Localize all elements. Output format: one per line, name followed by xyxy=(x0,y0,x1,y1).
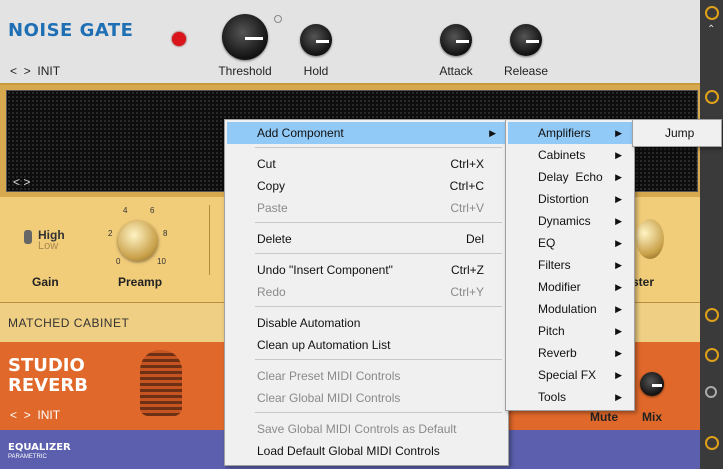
noise-gate-power-icon[interactable] xyxy=(705,6,719,20)
preamp-scale-8: 8 xyxy=(163,229,168,238)
release-knob[interactable] xyxy=(510,24,542,56)
release-label: Release xyxy=(503,64,549,78)
context-menu: Add Component ▶ Cut Ctrl+X Copy Ctrl+C Past… xyxy=(224,119,509,466)
submenu-item-filters[interactable]: Filters ▶ xyxy=(508,254,632,276)
submenu-item-reverb[interactable]: Reverb ▶ xyxy=(508,342,632,364)
preamp-scale-6: 6 xyxy=(150,206,155,215)
reverb-title-line1: STUDIO xyxy=(8,355,85,376)
submenu-item-special-fx[interactable]: Special FX ▶ xyxy=(508,364,632,386)
menu-item-disable-automation[interactable]: Disable Automation xyxy=(227,312,506,334)
submenu-item-tools[interactable]: Tools ▶ xyxy=(508,386,632,408)
high-low-toggle[interactable] xyxy=(24,230,32,244)
preamp-scale-10: 10 xyxy=(157,257,166,266)
menu-item-load-global-midi[interactable]: Load Default Global MIDI Controls xyxy=(227,440,506,462)
collapse-icon[interactable]: ⌃ xyxy=(707,24,715,35)
chevron-left-icon[interactable]: < xyxy=(10,408,17,422)
component-submenu: Amplifiers ▶ Cabinets ▶ Delay Echo ▶ Distor… xyxy=(505,119,635,411)
submenu-item-dynamics[interactable]: Dynamics ▶ xyxy=(508,210,632,232)
menu-item-delete[interactable]: Delete Del xyxy=(227,228,506,250)
submenu-item-amplifiers[interactable]: Amplifiers ▶ xyxy=(508,122,632,144)
reverb-title: STUDIO REVERB xyxy=(8,356,88,396)
menu-separator xyxy=(255,147,502,148)
master-label: ster xyxy=(632,275,655,289)
amp-divider xyxy=(209,205,210,275)
gain-label: Gain xyxy=(32,275,59,289)
noise-gate-panel: NOISE GATE < > INIT Threshold Hold Attac… xyxy=(0,0,700,85)
noise-gate-preset-nav[interactable]: < > INIT xyxy=(10,64,60,78)
microphone-icon xyxy=(140,350,182,416)
menu-separator xyxy=(255,412,502,413)
mix-knob[interactable] xyxy=(640,372,664,396)
menu-item-add-component[interactable]: Add Component ▶ xyxy=(227,122,506,144)
menu-separator xyxy=(255,306,502,307)
submenu-item-distortion[interactable]: Distortion ▶ xyxy=(508,188,632,210)
chevron-right-icon[interactable]: > xyxy=(24,64,31,78)
attack-knob[interactable] xyxy=(440,24,472,56)
settings-icon[interactable] xyxy=(705,386,717,398)
chevron-left-icon[interactable]: < xyxy=(10,64,17,78)
gate-led-icon xyxy=(172,32,186,46)
cabinet-label: MATCHED CABINET xyxy=(8,316,130,330)
reverb-title-line2: REVERB xyxy=(8,375,88,396)
menu-separator xyxy=(255,253,502,254)
cabinet-power-icon[interactable] xyxy=(705,308,719,322)
submenu-item-jump[interactable]: Jump xyxy=(635,122,719,144)
sidechain-indicator-icon xyxy=(274,15,282,23)
equalizer-subtitle: PARAMETRIC xyxy=(8,454,47,460)
amplifiers-submenu: Jump xyxy=(632,119,722,147)
reverb-preset-name: INIT xyxy=(37,408,61,422)
amp-power-icon[interactable] xyxy=(705,90,719,104)
menu-item-save-global-midi[interactable]: Save Global MIDI Controls as Default xyxy=(227,418,506,440)
menu-item-clear-global-midi[interactable]: Clear Global MIDI Controls xyxy=(227,387,506,409)
menu-item-undo[interactable]: Undo "Insert Component" Ctrl+Z xyxy=(227,259,506,281)
mute-label: Mute xyxy=(590,410,618,424)
threshold-label: Threshold xyxy=(218,64,272,78)
menu-separator xyxy=(255,359,502,360)
preamp-scale-2: 2 xyxy=(108,229,113,238)
submenu-item-eq[interactable]: EQ ▶ xyxy=(508,232,632,254)
preamp-knob[interactable] xyxy=(118,221,158,261)
master-knob[interactable] xyxy=(636,219,664,259)
menu-item-copy[interactable]: Copy Ctrl+C xyxy=(227,175,506,197)
preamp-scale-4: 4 xyxy=(123,206,128,215)
submenu-item-modulation[interactable]: Modulation ▶ xyxy=(508,298,632,320)
menu-item-clear-preset-midi[interactable]: Clear Preset MIDI Controls xyxy=(227,365,506,387)
menu-item-cut[interactable]: Cut Ctrl+X xyxy=(227,153,506,175)
equalizer-title: EQUALIZER xyxy=(8,442,71,453)
low-label: Low xyxy=(38,240,59,252)
submenu-item-cabinets[interactable]: Cabinets ▶ xyxy=(508,144,632,166)
submenu-item-pitch[interactable]: Pitch ▶ xyxy=(508,320,632,342)
reverb-preset-nav[interactable]: < > INIT xyxy=(10,408,60,422)
amp-preset-nav[interactable]: < > xyxy=(13,175,30,189)
hold-label: Hold xyxy=(303,64,329,78)
threshold-knob[interactable] xyxy=(222,14,268,60)
noise-gate-title: NOISE GATE xyxy=(8,20,134,41)
menu-item-clean-automation[interactable]: Clean up Automation List xyxy=(227,334,506,356)
reverb-power-icon[interactable] xyxy=(705,348,719,362)
mix-label: Mix xyxy=(642,410,663,424)
submenu-item-modifier[interactable]: Modifier ▶ xyxy=(508,276,632,298)
eq-power-icon[interactable] xyxy=(705,436,719,450)
hold-knob[interactable] xyxy=(300,24,332,56)
submenu-item-delay-echo[interactable]: Delay Echo ▶ xyxy=(508,166,632,188)
preamp-scale-0: 0 xyxy=(116,257,121,266)
module-side-strip: ⌃ xyxy=(700,0,723,469)
preamp-label: Preamp xyxy=(118,275,163,289)
menu-item-redo[interactable]: Redo Ctrl+Y xyxy=(227,281,506,303)
preset-name: INIT xyxy=(37,64,61,78)
attack-label: Attack xyxy=(439,64,473,78)
chevron-right-icon[interactable]: > xyxy=(24,408,31,422)
menu-separator xyxy=(255,222,502,223)
menu-item-paste[interactable]: Paste Ctrl+V xyxy=(227,197,506,219)
